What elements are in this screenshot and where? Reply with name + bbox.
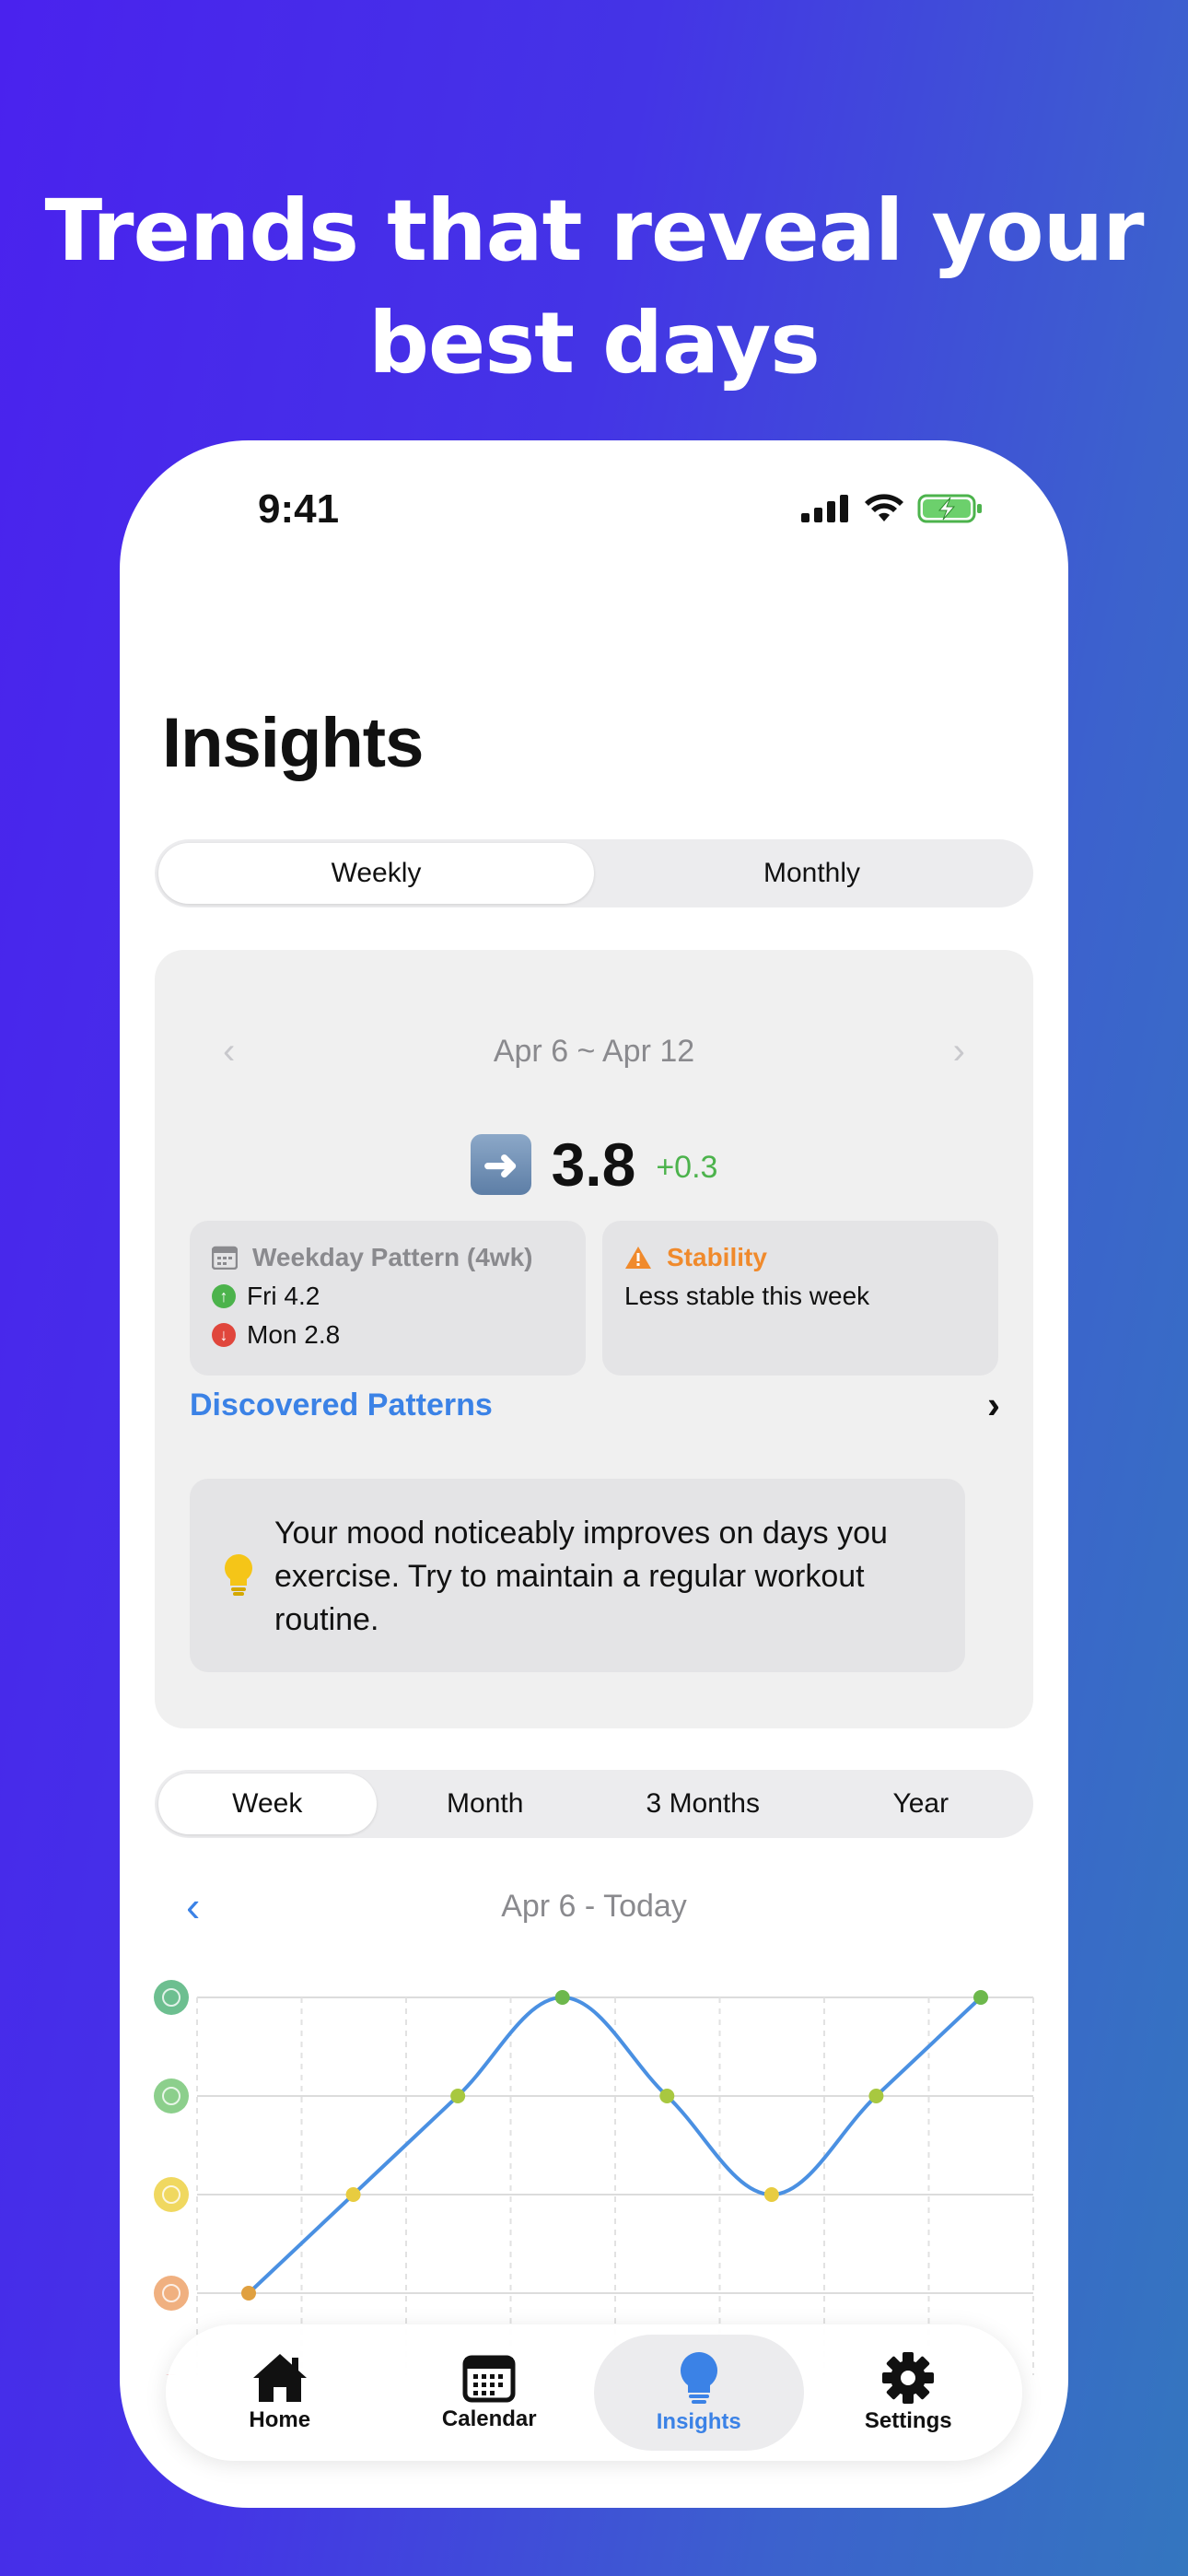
wifi-icon xyxy=(865,494,903,521)
weekday-pattern-title: Weekday Pattern (4wk) xyxy=(252,1243,533,1271)
stability-text: Less stable this week xyxy=(624,1282,870,1310)
data-point xyxy=(241,2286,256,2301)
cellular-signal-icon xyxy=(801,495,848,522)
calendar-icon xyxy=(212,1246,238,1270)
toggle-week[interactable]: Week xyxy=(158,1774,377,1834)
stability-title: Stability xyxy=(667,1243,767,1271)
warning-triangle-icon xyxy=(625,1247,651,1269)
mood-level-good-icon xyxy=(154,2078,189,2113)
mood-level-okay-icon xyxy=(154,2177,189,2212)
lightbulb-icon xyxy=(680,2352,717,2404)
toggle-month[interactable]: Month xyxy=(377,1774,595,1834)
pattern-tip: Your mood noticeably improves on days yo… xyxy=(190,1479,965,1672)
tip-text: Your mood noticeably improves on days yo… xyxy=(274,1516,888,1637)
lightbulb-icon xyxy=(225,1554,252,1596)
chart-range-label: Apr 6 - Today xyxy=(501,1889,687,1924)
worst-day: Mon 2.8 xyxy=(247,1320,341,1349)
chevron-right-icon[interactable]: › xyxy=(987,1383,1000,1427)
score-delta: +0.3 xyxy=(656,1149,718,1185)
best-day: Fri 4.2 xyxy=(247,1282,320,1310)
score-row: ➜ 3.8 +0.3 xyxy=(155,1130,1033,1200)
arrow-right-icon: ➜ xyxy=(470,1134,531,1195)
chart-range-nav: ‹ Apr 6 - Today xyxy=(120,1879,1068,1934)
marketing-headline: Trends that reveal your best days xyxy=(44,181,1145,392)
toggle-year[interactable]: Year xyxy=(812,1774,1031,1834)
discovered-patterns-link[interactable]: Discovered Patterns xyxy=(190,1388,493,1423)
weekly-summary-card: ‹ Apr 6 ~ Apr 12 › ➜ 3.8 +0.3 Weekday Pa… xyxy=(155,950,1033,1728)
weekday-pattern-card: Weekday Pattern (4wk) ↑ Fri 4.2 ↓ Mon 2.… xyxy=(190,1221,586,1376)
data-point xyxy=(763,2187,779,2202)
tab-bar: Home Calendar Insights Settings xyxy=(166,2324,1022,2461)
battery-charging-icon xyxy=(917,494,982,523)
status-time: 9:41 xyxy=(258,486,340,532)
average-score: 3.8 xyxy=(551,1130,636,1199)
week-range-label: Apr 6 ~ Apr 12 xyxy=(493,1034,695,1069)
toggle-monthly[interactable]: Monthly xyxy=(594,843,1030,904)
data-point xyxy=(450,2089,466,2103)
tab-label-calendar: Calendar xyxy=(441,2406,537,2431)
tab-calendar[interactable]: Calendar xyxy=(385,2335,595,2451)
toggle-weekly[interactable]: Weekly xyxy=(158,843,594,904)
chevron-right-icon[interactable]: › xyxy=(953,1024,965,1079)
arrow-up-circle-icon: ↑ xyxy=(212,1284,236,1308)
calendar-icon xyxy=(462,2355,516,2403)
tab-settings[interactable]: Settings xyxy=(804,2335,1014,2451)
mood-level-bad-icon xyxy=(154,2276,189,2311)
tab-label-home: Home xyxy=(249,2407,311,2432)
stability-card: Stability Less stable this week xyxy=(602,1221,998,1376)
mood-level-great-icon xyxy=(154,1980,189,2015)
data-point xyxy=(659,2089,675,2103)
toggle-3-months[interactable]: 3 Months xyxy=(594,1774,812,1834)
mood-line-chart xyxy=(154,1980,1034,2375)
tab-insights[interactable]: Insights xyxy=(594,2335,804,2451)
phone-screen: 9:41 Insights Weekly Monthly ‹ Apr 6 ~ A… xyxy=(120,440,1068,2508)
range-toggle: Week Month 3 Months Year xyxy=(155,1770,1033,1838)
tab-label-settings: Settings xyxy=(864,2408,952,2433)
status-icons xyxy=(801,494,984,523)
data-point xyxy=(554,1990,570,2005)
tab-home[interactable]: Home xyxy=(175,2335,385,2451)
house-icon xyxy=(252,2354,307,2402)
arrow-down-circle-icon: ↓ xyxy=(212,1323,236,1347)
data-point xyxy=(973,1990,988,2005)
week-range-nav: ‹ Apr 6 ~ Apr 12 › xyxy=(155,1024,1033,1079)
tab-label-insights: Insights xyxy=(656,2409,741,2434)
data-point xyxy=(345,2187,361,2202)
data-point xyxy=(868,2089,884,2103)
gear-icon xyxy=(882,2352,935,2404)
period-toggle: Weekly Monthly xyxy=(155,839,1033,907)
page-title: Insights xyxy=(162,704,424,782)
